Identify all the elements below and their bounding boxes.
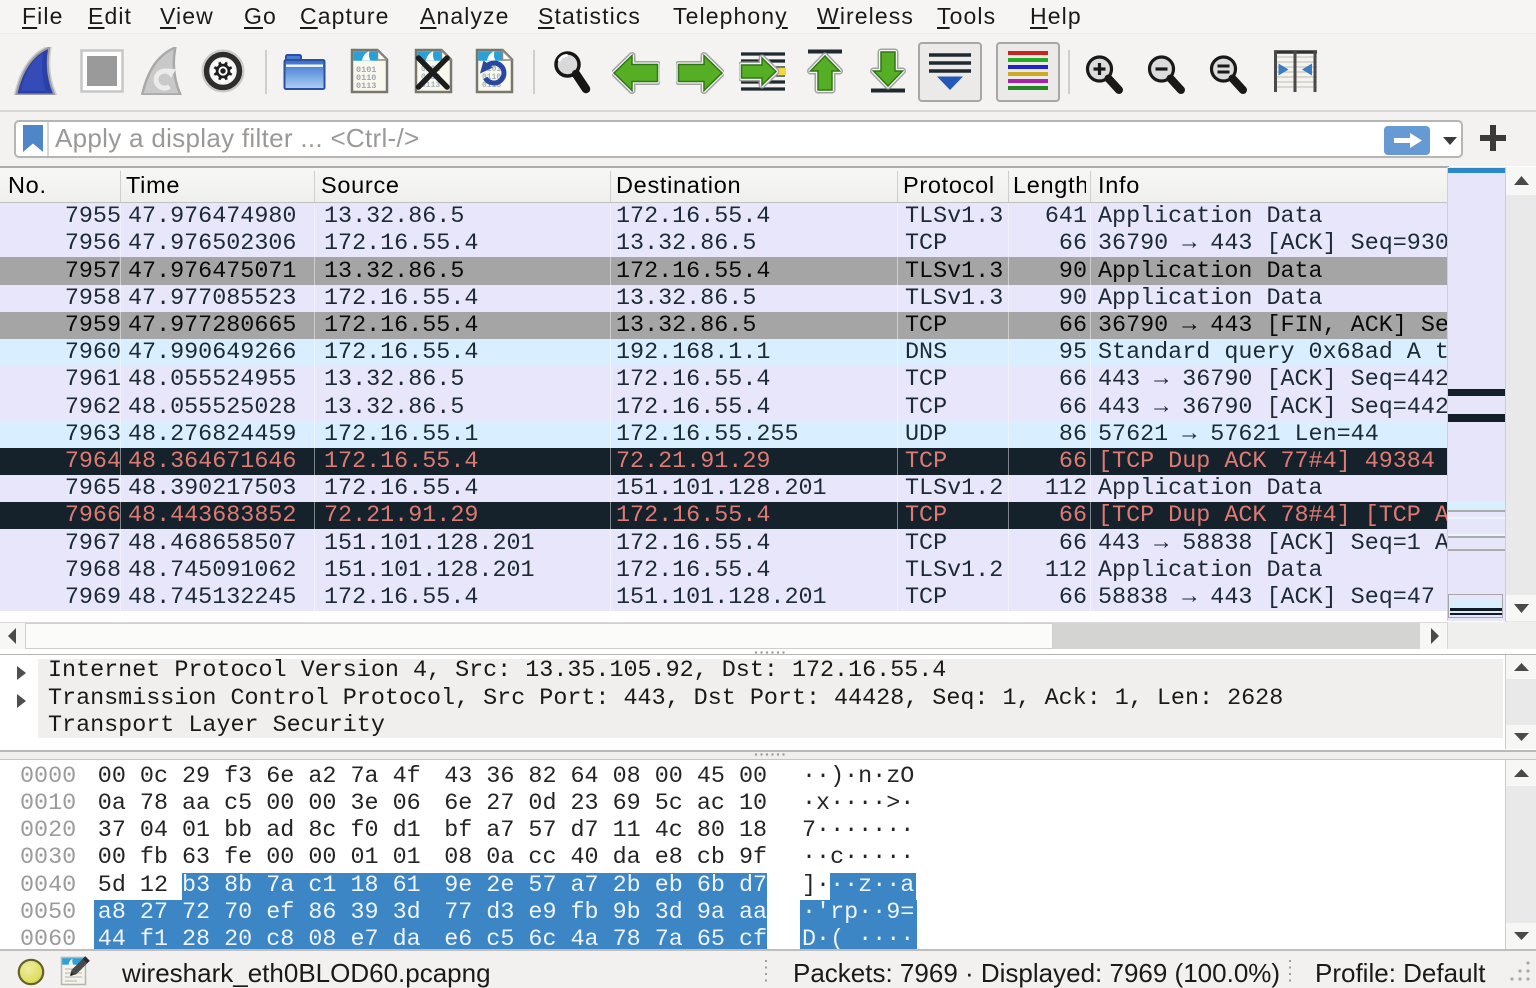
- svg-text:0113: 0113: [356, 81, 376, 91]
